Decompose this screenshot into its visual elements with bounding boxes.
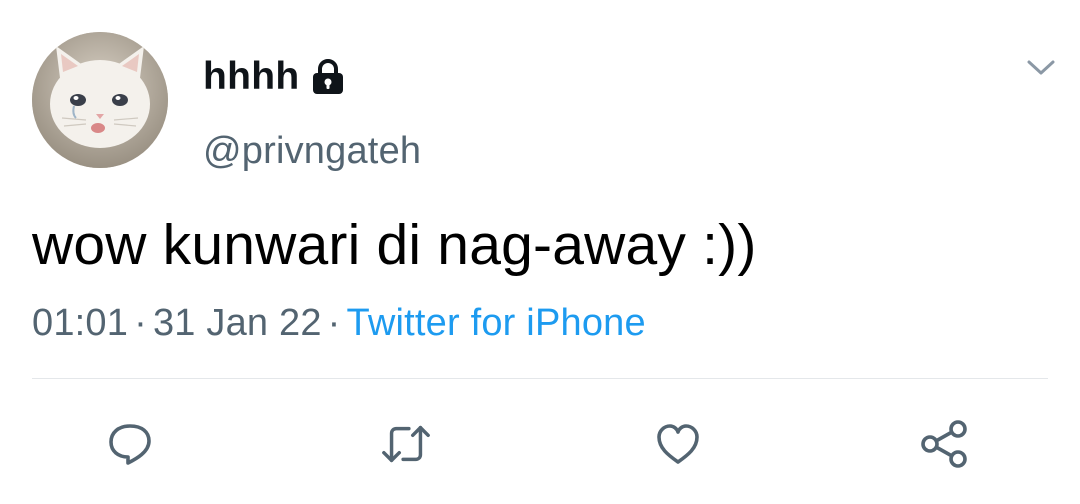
like-button[interactable] [652, 418, 704, 470]
crying-cat-avatar-icon [32, 32, 168, 168]
share-icon [921, 420, 967, 468]
lock-icon [310, 58, 346, 96]
tweet-date[interactable]: 31 Jan 22 [153, 302, 322, 344]
tweet-meta: 01:01 · 31 Jan 22 · Twitter for iPhone [32, 302, 646, 345]
divider [32, 378, 1048, 379]
meta-separator: · [134, 302, 147, 344]
reply-icon [109, 424, 151, 465]
share-button[interactable] [918, 418, 970, 470]
avatar[interactable] [32, 32, 168, 168]
display-name-row: hhhh [203, 54, 346, 100]
reply-button[interactable] [104, 418, 156, 470]
chevron-down-icon[interactable] [1024, 56, 1058, 80]
heart-icon [657, 424, 699, 464]
retweet-icon [382, 425, 430, 463]
tweet-text: wow kunwari di nag-away :)) [32, 213, 757, 277]
meta-separator: · [327, 302, 341, 344]
display-name[interactable]: hhhh [203, 55, 300, 99]
tweet-time[interactable]: 01:01 [32, 302, 128, 344]
user-handle[interactable]: @privngateh [203, 130, 421, 173]
tweet-source-link[interactable]: Twitter for iPhone [347, 302, 646, 344]
retweet-button[interactable] [380, 418, 432, 470]
